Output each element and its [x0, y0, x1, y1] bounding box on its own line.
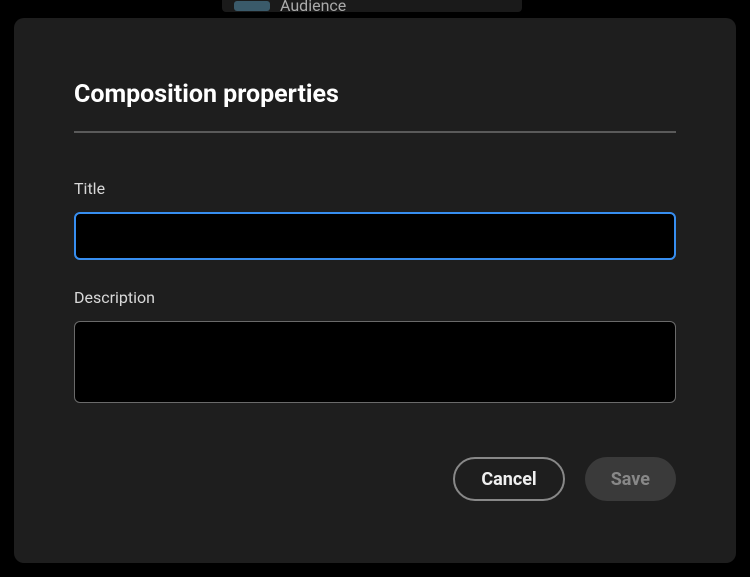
- audience-icon: [234, 1, 270, 11]
- dialog-title: Composition properties: [74, 80, 676, 109]
- save-button[interactable]: Save: [585, 457, 676, 501]
- composition-properties-dialog: Composition properties Title Description…: [14, 18, 736, 563]
- cancel-button[interactable]: Cancel: [453, 457, 564, 501]
- description-label: Description: [74, 288, 676, 307]
- dialog-button-row: Cancel Save: [453, 457, 676, 501]
- divider: [74, 131, 676, 133]
- description-input[interactable]: [74, 321, 676, 403]
- background-label-fragment: Audience: [234, 0, 346, 15]
- title-label: Title: [74, 179, 676, 198]
- background-label: Audience: [280, 0, 346, 15]
- title-input[interactable]: [74, 212, 676, 260]
